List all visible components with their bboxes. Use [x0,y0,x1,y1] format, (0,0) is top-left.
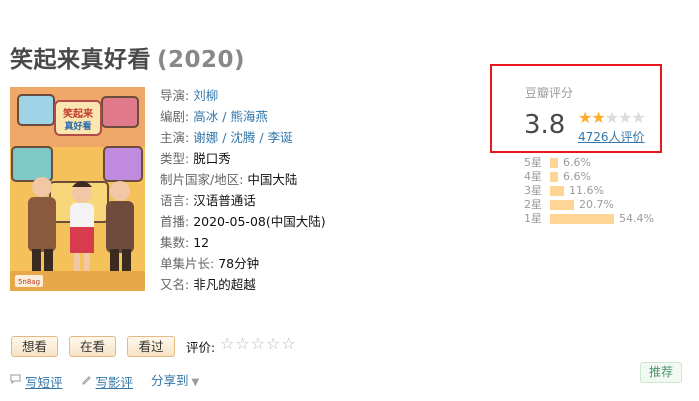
distribution-row: 1星 54.4% [524,212,654,226]
rating-title: 豆瓣评分 [525,86,574,100]
title-year: (2020) [157,47,246,73]
writer-label: 编剧: [160,109,190,124]
recommend-button[interactable]: 推荐 [640,362,682,383]
country-label: 制片国家/地区: [160,172,244,187]
title-name: 笑起来真好看 [10,47,151,73]
write-review-label: 写影评 [95,374,134,390]
distribution-bar [550,214,614,224]
writer-link[interactable]: 熊海燕 [230,109,268,124]
action-bar: 写短评 写影评 分享到 ▼ [10,370,199,391]
info-premiere: 首播: 2020-05-08(中国大陆) [160,211,326,232]
distribution-label: 5星 [524,156,542,169]
rating-stars: ★★★★★ [578,108,646,127]
share-dropdown[interactable]: 分享到 ▼ [151,373,199,388]
write-short-review-label: 写短评 [25,374,63,390]
write-short-review-link[interactable]: 写短评 [10,372,63,391]
info-panel: 导演: 刘柳 编剧: 高冰 / 熊海燕 主演: 谢娜 / 沈腾 / 李诞 类型:… [160,85,326,295]
star-icon: ★ [618,108,632,127]
distribution-label: 4星 [524,170,542,183]
poster-image[interactable]: 笑起来 真好看 5n8ag [10,87,145,291]
user-rating-label: 评价: [186,340,216,355]
page-title: 笑起来真好看 (2020) [10,40,245,74]
premiere-label: 首播: [160,214,190,229]
country-value: 中国大陆 [247,172,298,187]
pencil-icon [81,374,92,388]
chevron-down-icon: ▼ [191,377,200,388]
genre-value: 脱口秀 [193,151,231,166]
distribution-row: 4星 6.6% [524,170,654,184]
distribution-percent: 11.6% [569,184,604,197]
svg-text:笑起来: 笑起来 [63,107,94,120]
premiere-value: 2020-05-08(中国大陆) [193,214,326,229]
director-label: 导演: [160,88,190,103]
separator: / [218,130,231,145]
poster-badge: 5n8ag [18,278,40,286]
distribution-row: 3星 11.6% [524,184,654,198]
aka-value: 非凡的超越 [193,277,256,292]
write-review-link[interactable]: 写影评 [81,372,134,391]
distribution-bar [550,172,558,182]
runtime-label: 单集片长: [160,256,215,271]
watching-button[interactable]: 在看 [69,336,116,357]
info-writer: 编剧: 高冰 / 熊海燕 [160,106,326,127]
separator: / [255,130,268,145]
user-rating-stars[interactable]: ☆☆☆☆☆ [220,334,297,353]
distribution-percent: 6.6% [563,156,591,169]
distribution-percent: 6.6% [563,170,591,183]
director-link[interactable]: 刘柳 [193,88,218,103]
separator: / [218,109,231,124]
star-icon: ★ [578,108,592,127]
distribution-bar [550,186,564,196]
info-language: 语言: 汉语普通话 [160,190,326,211]
info-cast: 主演: 谢娜 / 沈腾 / 李诞 [160,127,326,148]
distribution-label: 3星 [524,184,542,197]
votes-link[interactable]: 4726人评价 [578,128,645,145]
star-icon: ★ [631,108,645,127]
svg-text:真好看: 真好看 [64,120,91,132]
info-episodes: 集数: 12 [160,232,326,253]
comment-icon [10,374,21,388]
wish-button[interactable]: 想看 [11,336,58,357]
cast-link[interactable]: 李诞 [268,130,293,145]
distribution-row: 2星 20.7% [524,198,654,212]
info-genre: 类型: 脱口秀 [160,148,326,169]
info-aka: 又名: 非凡的超越 [160,274,326,295]
cast-label: 主演: [160,130,190,145]
cast-link[interactable]: 谢娜 [193,130,218,145]
distribution-bar [550,200,574,210]
distribution-label: 1星 [524,212,542,225]
runtime-value: 78分钟 [218,256,260,271]
star-icon: ★ [604,108,619,127]
star-icon: ★ [591,108,605,127]
distribution-label: 2星 [524,198,542,211]
distribution-percent: 20.7% [579,198,614,211]
distribution-percent: 54.4% [619,212,654,225]
genre-label: 类型: [160,151,190,166]
rating-score: 3.8 [524,110,566,140]
share-label: 分享到 [151,373,189,388]
rating-distribution: 5星 6.6% 4星 6.6% 3星 11.6% 2星 20.7% 1星 54.4% [524,156,654,226]
language-value: 汉语普通话 [193,193,256,208]
watched-button[interactable]: 看过 [127,336,175,357]
info-director: 导演: 刘柳 [160,85,326,106]
episodes-label: 集数: [160,235,190,250]
aka-label: 又名: [160,277,190,292]
distribution-bar [550,158,558,168]
cast-link[interactable]: 沈腾 [230,130,255,145]
writer-link[interactable]: 高冰 [193,109,218,124]
episodes-value: 12 [193,235,210,250]
info-country: 制片国家/地区: 中国大陆 [160,169,326,190]
language-label: 语言: [160,193,190,208]
info-runtime: 单集片长: 78分钟 [160,253,326,274]
distribution-row: 5星 6.6% [524,156,654,170]
poster-illustration: 笑起来 真好看 5n8ag [10,87,145,291]
